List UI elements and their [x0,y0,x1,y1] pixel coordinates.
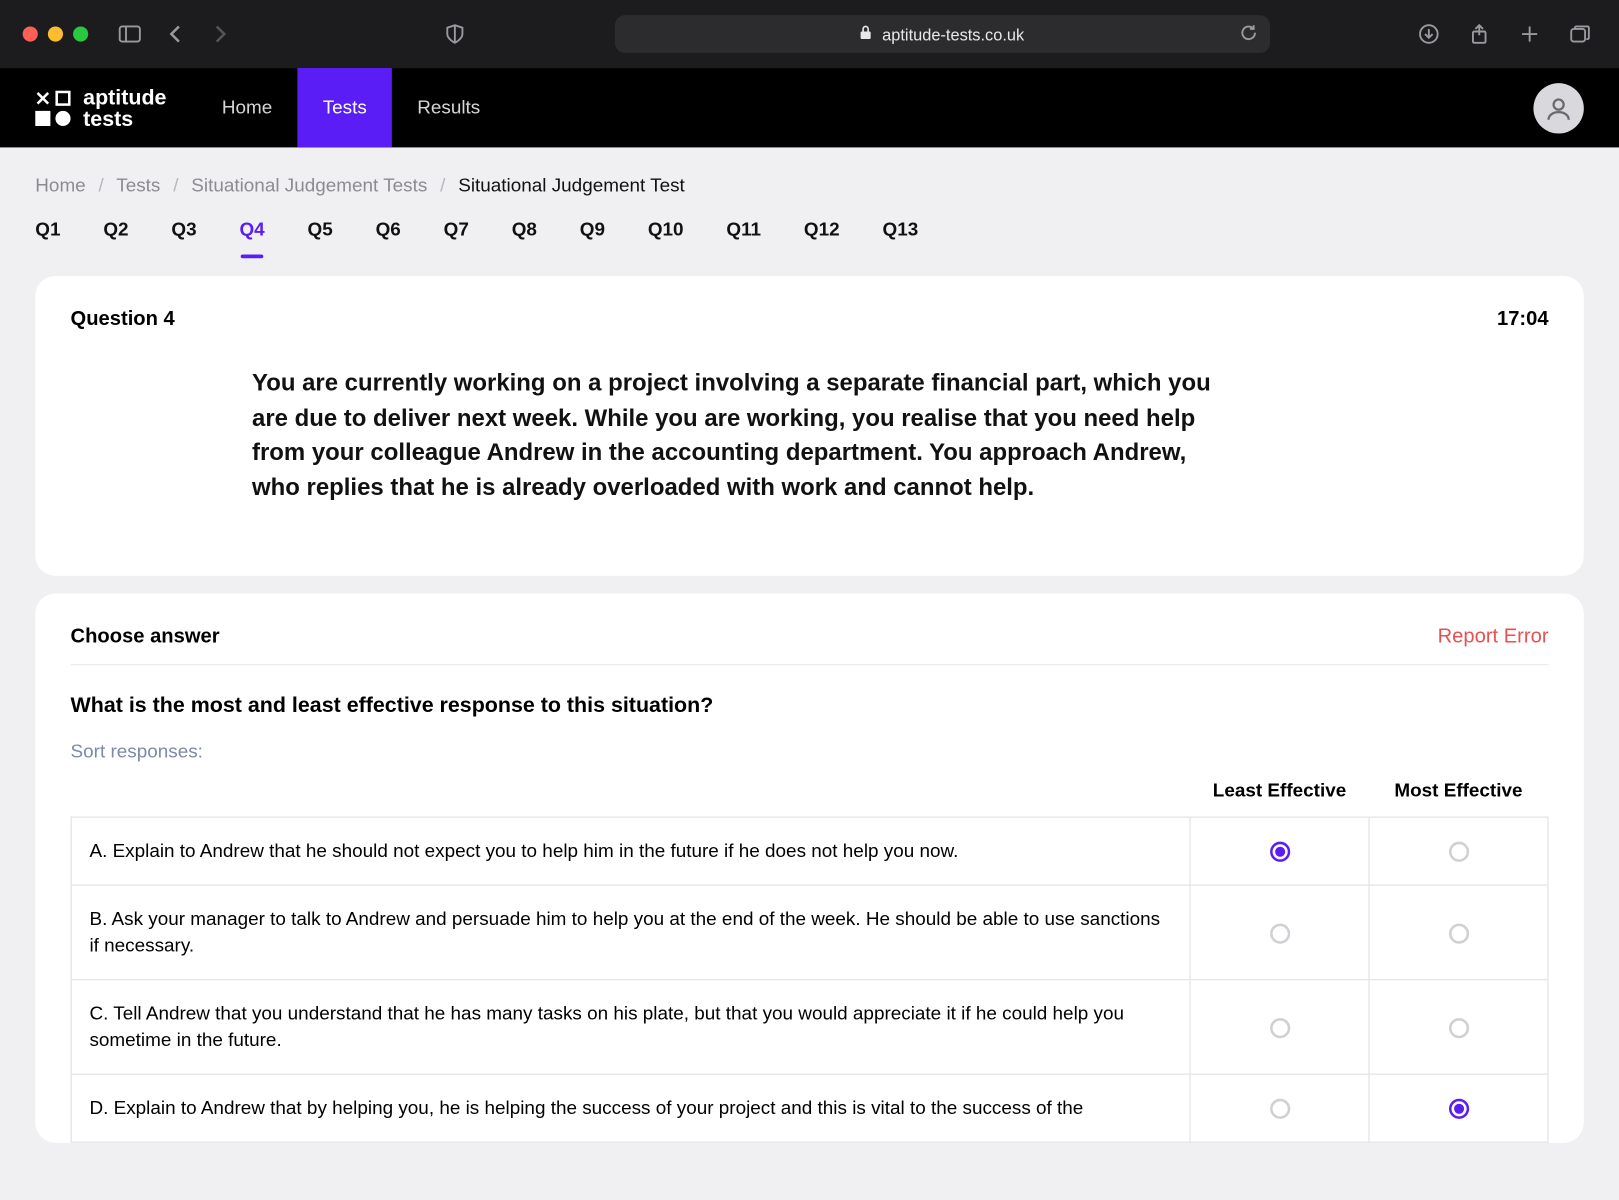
shield-icon[interactable] [438,18,471,51]
breadcrumb: Home / Tests / Situational Judgement Tes… [35,175,1584,196]
breadcrumb-tests[interactable]: Tests [116,175,160,196]
radio-most-c[interactable] [1448,1018,1468,1038]
col-header-most: Most Effective [1369,780,1548,817]
answer-prompt: What is the most and least effective res… [71,693,1549,718]
site-header: aptitude tests Home Tests Results [0,68,1619,147]
avatar[interactable] [1533,83,1583,133]
question-label: Question 4 [71,309,175,332]
share-icon[interactable] [1463,18,1496,51]
breadcrumb-current: Situational Judgement Test [458,175,685,196]
answer-option-text: A. Explain to Andrew that he should not … [71,817,1190,885]
tab-q8[interactable]: Q8 [512,219,537,240]
brand-text: aptitude tests [83,86,166,129]
radio-least-b[interactable] [1269,923,1289,943]
tab-q5[interactable]: Q5 [308,219,333,240]
answer-option-text: C. Tell Andrew that you understand that … [71,980,1190,1075]
answer-row: C. Tell Andrew that you understand that … [71,980,1548,1075]
tab-q3[interactable]: Q3 [171,219,196,240]
report-error-link[interactable]: Report Error [1438,626,1549,649]
answers-card: Choose answer Report Error What is the m… [35,594,1584,1143]
downloads-icon[interactable] [1412,18,1445,51]
radio-least-a[interactable] [1269,842,1289,862]
new-tab-icon[interactable] [1513,18,1546,51]
radio-most-a[interactable] [1448,842,1468,862]
tab-q2[interactable]: Q2 [103,219,128,240]
tab-q6[interactable]: Q6 [376,219,401,240]
question-text: You are currently working on a project i… [252,367,1235,506]
tab-q1[interactable]: Q1 [35,219,60,240]
forward-icon[interactable] [204,18,237,51]
tab-q12[interactable]: Q12 [804,219,840,240]
fullscreen-window-icon[interactable] [73,26,88,41]
radio-least-c[interactable] [1269,1018,1289,1038]
answer-option-text: D. Explain to Andrew that by helping you… [71,1074,1190,1142]
radio-most-d[interactable] [1448,1099,1468,1119]
nav-results[interactable]: Results [392,68,505,147]
tab-q11[interactable]: Q11 [726,219,761,240]
choose-answer-label: Choose answer [71,626,220,649]
window-controls [23,26,89,41]
question-tabs: Q1 Q2 Q3 Q4 Q5 Q6 Q7 Q8 Q9 Q10 Q11 Q12 Q… [35,219,1584,240]
radio-least-d[interactable] [1269,1099,1289,1119]
minimize-window-icon[interactable] [48,26,63,41]
tab-q13[interactable]: Q13 [882,219,918,240]
answer-row: A. Explain to Andrew that he should not … [71,817,1548,885]
tabs-overview-icon[interactable] [1564,18,1597,51]
breadcrumb-home[interactable]: Home [35,175,85,196]
brand-logo-icon [35,90,70,125]
reload-icon[interactable] [1239,23,1257,44]
question-card: Question 4 17:04 You are currently worki… [35,276,1584,576]
sort-responses-label: Sort responses: [71,741,1549,762]
nav-tests[interactable]: Tests [298,68,393,147]
primary-nav: Home Tests Results [197,68,506,147]
tab-q4[interactable]: Q4 [239,219,264,240]
address-bar[interactable]: aptitude-tests.co.uk [614,15,1269,53]
nav-home[interactable]: Home [197,68,298,147]
user-icon [1545,94,1573,122]
question-timer: 17:04 [1497,309,1549,332]
lock-icon [859,25,872,44]
divider [71,664,1549,665]
browser-chrome: aptitude-tests.co.uk [0,0,1619,68]
back-icon[interactable] [159,18,192,51]
tab-q10[interactable]: Q10 [648,219,684,240]
sidebar-toggle-icon[interactable] [113,18,146,51]
tab-q7[interactable]: Q7 [444,219,469,240]
answers-table: Least Effective Most Effective A. Explai… [71,780,1549,1143]
page-content: Home / Tests / Situational Judgement Tes… [0,147,1619,1188]
radio-most-b[interactable] [1448,923,1468,943]
breadcrumb-category[interactable]: Situational Judgement Tests [191,175,427,196]
answer-row: D. Explain to Andrew that by helping you… [71,1074,1548,1142]
tab-q9[interactable]: Q9 [580,219,605,240]
address-bar-container: aptitude-tests.co.uk [484,15,1400,53]
close-window-icon[interactable] [23,26,38,41]
col-header-least: Least Effective [1190,780,1369,817]
answer-option-text: B. Ask your manager to talk to Andrew an… [71,885,1190,980]
brand-logo[interactable]: aptitude tests [35,86,166,129]
url-text: aptitude-tests.co.uk [882,25,1024,44]
answer-row: B. Ask your manager to talk to Andrew an… [71,885,1548,980]
